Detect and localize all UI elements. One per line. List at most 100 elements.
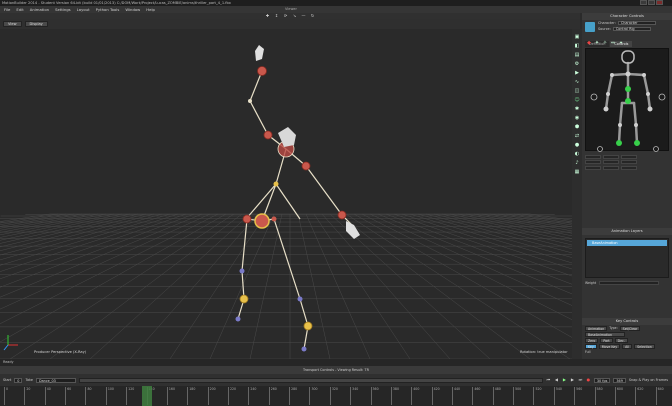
pin-icon[interactable]: — (301, 14, 306, 18)
control-rig-view[interactable] (585, 48, 670, 152)
constraint-icon[interactable]: ⬢ (574, 124, 580, 130)
orbit-icon[interactable]: ↻ (310, 14, 315, 18)
joint-spine[interactable] (273, 181, 279, 187)
weight-slider[interactable] (599, 281, 660, 285)
joint-right-wrist[interactable] (337, 210, 347, 220)
property-field[interactable] (603, 160, 619, 165)
key-icon[interactable]: ◆ (586, 40, 592, 46)
property-field[interactable] (585, 165, 601, 170)
select-rig-icon[interactable]: ✧ (602, 40, 608, 46)
display-button[interactable]: Display (24, 21, 48, 27)
timeline-playhead[interactable] (142, 386, 152, 406)
joint-hips[interactable] (254, 213, 270, 229)
relation-icon[interactable]: ⇄ (574, 133, 580, 139)
select-icon[interactable]: ✚ (265, 14, 270, 18)
rig-spine[interactable] (625, 86, 631, 92)
curve-icon[interactable]: ∿ (574, 79, 580, 85)
menu-settings[interactable]: Settings (55, 7, 71, 12)
menu-window[interactable]: Window (125, 7, 140, 12)
goto-end-icon[interactable]: ⏭ (578, 378, 583, 382)
source-dropdown[interactable]: Control Rig (612, 26, 651, 32)
property-field[interactable] (621, 160, 637, 165)
animation-icon[interactable]: ▶ (574, 70, 580, 76)
rig-left-foot[interactable] (616, 140, 622, 146)
rig-right-foot-fk-icon[interactable] (653, 146, 659, 152)
rig-left-knee[interactable] (618, 123, 622, 127)
rig-left-hand[interactable] (603, 106, 609, 112)
step-back-icon[interactable]: ◀ (554, 378, 559, 382)
control-rig-icon[interactable]: ✱ (574, 106, 580, 112)
asset-icon[interactable]: ◧ (574, 43, 580, 49)
record-icon[interactable]: ● (586, 378, 591, 382)
rig-right-knee[interactable] (634, 123, 638, 127)
joint-left-shoulder[interactable] (263, 130, 273, 140)
end-frame-field[interactable]: 369 (613, 377, 626, 383)
play-icon[interactable]: ▶ (562, 378, 567, 382)
joint-left-elbow[interactable] (248, 99, 252, 103)
joint-right-hip[interactable] (271, 216, 277, 222)
property-field[interactable] (621, 165, 637, 170)
close-button[interactable] (656, 0, 663, 5)
property-field[interactable] (585, 154, 601, 159)
pose-icon[interactable]: ◉ (574, 115, 580, 121)
start-frame-field[interactable]: 0 (14, 377, 23, 383)
rig-left-shoulder[interactable] (610, 73, 614, 77)
menu-python-tools[interactable]: Python Tools (96, 7, 120, 12)
rig-right-hand[interactable] (647, 106, 653, 112)
joint-left-hip[interactable] (242, 214, 252, 224)
rig-hips[interactable] (625, 98, 631, 104)
layer-dropdown[interactable]: BaseAnimation (585, 331, 625, 337)
set-clear-button[interactable]: Set/Clear (619, 325, 641, 331)
timeline[interactable]: 0204060801001201401601802002202402602803… (0, 386, 672, 406)
rig-right-hand-fk-icon[interactable] (658, 93, 666, 101)
property-field[interactable] (603, 154, 619, 159)
joint-right-toe[interactable] (301, 346, 307, 352)
joint-right-ankle[interactable] (303, 321, 313, 331)
properties-icon[interactable]: ⚙ (574, 61, 580, 67)
scene-canvas[interactable] (0, 29, 572, 359)
scale-icon[interactable]: ↘ (292, 14, 297, 18)
layer-list[interactable]: BaseAnimation (585, 238, 669, 278)
pin-rig-icon[interactable]: ⌖ (618, 40, 624, 46)
3d-viewport[interactable]: Producer Perspective (X-Ray) Rotation: t… (0, 29, 572, 359)
joint-left-ankle[interactable] (239, 294, 249, 304)
animation-button[interactable]: Animation (585, 325, 608, 331)
character-dropdown[interactable]: Character (617, 20, 656, 26)
joint-left-hand[interactable] (257, 66, 267, 76)
rig-neck[interactable] (625, 71, 631, 77)
layer-item[interactable]: BaseAnimation (587, 240, 667, 246)
minimize-button[interactable] (640, 0, 647, 5)
view-button[interactable]: View (3, 21, 22, 27)
rig-right-elbow[interactable] (646, 92, 650, 96)
joint-left-toe[interactable] (235, 316, 241, 322)
property-field[interactable] (603, 165, 619, 170)
all-button[interactable]: All (622, 343, 633, 349)
device-icon[interactable]: ▦ (574, 169, 580, 175)
filter-icon[interactable]: ▤ (574, 52, 580, 58)
property-field[interactable] (585, 160, 601, 165)
rig-left-elbow[interactable] (606, 92, 610, 96)
joint-right-shoulder[interactable] (301, 161, 311, 171)
maximize-button[interactable] (648, 0, 655, 5)
rig-figure[interactable] (586, 49, 670, 152)
part-button[interactable]: Part (600, 337, 613, 343)
move-key-button[interactable]: Move Key (598, 343, 621, 349)
menu-layout[interactable]: Layout (77, 7, 90, 12)
property-field[interactable] (621, 154, 637, 159)
camera-icon[interactable]: ◐ (574, 151, 580, 157)
full-body-icon[interactable]: ✦ (594, 40, 600, 46)
mirror-icon[interactable]: ⇔ (610, 40, 616, 46)
character-icon[interactable]: ☺ (574, 97, 580, 103)
fps-dropdown[interactable]: 30 fps (593, 377, 611, 383)
rig-head[interactable] (621, 50, 635, 64)
rotate-icon[interactable]: ⟳ (283, 14, 288, 18)
rig-left-hand-fk-icon[interactable] (590, 93, 598, 101)
joint-right-knee[interactable] (297, 296, 303, 302)
light-icon[interactable]: ● (574, 142, 580, 148)
take-bar[interactable] (78, 377, 543, 383)
zero-button[interactable]: Zero (585, 337, 599, 343)
story-icon[interactable]: ◫ (574, 88, 580, 94)
move-icon[interactable]: ↕ (274, 14, 279, 18)
take-dropdown[interactable]: Dance_03 (35, 377, 76, 383)
step-forward-icon[interactable]: ▶ (570, 378, 575, 382)
